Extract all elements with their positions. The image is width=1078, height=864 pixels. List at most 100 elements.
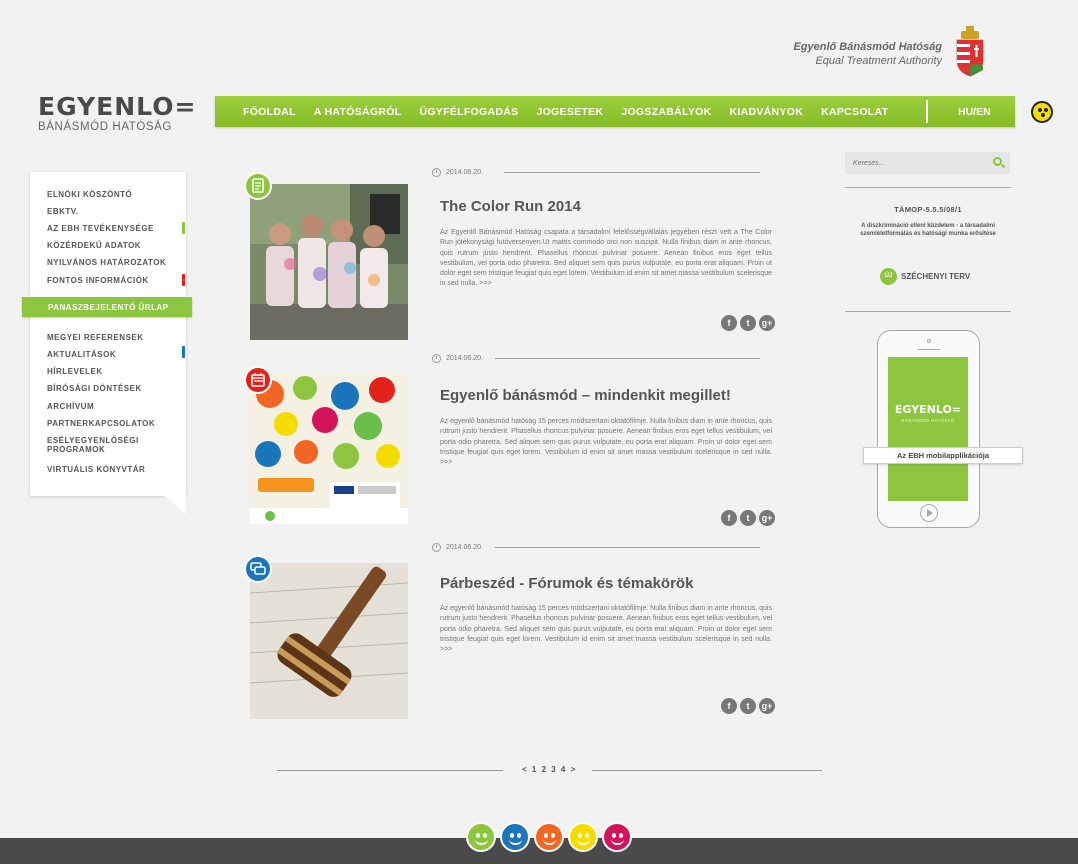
date-rule [495,358,760,359]
sidebar-menu: ELNÖKI KÖSZÖNTŐ EBKTV. AZ EBH TEVÉKENYSÉ… [30,172,186,514]
app-logo-text: EGYENLO= [894,403,962,416]
article-excerpt: Az egyenlő bánásmód hatóság 15 perces mó… [440,605,772,654]
szechenyi-pin-icon: ÚJ [880,268,897,285]
facebook-icon[interactable]: f [721,510,737,526]
nav-item-home[interactable]: FŐOLDAL [243,106,296,118]
article-title[interactable]: The Color Run 2014 [440,198,581,215]
google-plus-icon[interactable]: g+ [759,315,775,331]
social-share: f t g+ [721,315,775,331]
smiley-pink-icon[interactable] [602,822,632,852]
article-date: 2014.06.20. [432,543,483,552]
authority-name: Egyenlő Bánásmód Hatóság Equal Treatment… [793,40,942,68]
article-date: 2014.06.20. [432,354,483,363]
sidebar-item-news[interactable]: AKTUALITÁSOK [47,350,177,359]
sidebar-item-equal-opportunity[interactable]: ESÉLYEGYENLŐSÉGI PROGRAMOK [47,436,177,454]
article-date-text: 2014.06.20. [446,169,483,176]
google-plus-icon[interactable]: g+ [759,698,775,714]
app-logo-subtext: BÁNÁSMÓD HATÓSÁG [901,418,955,423]
facebook-icon[interactable]: f [721,315,737,331]
sidebar-mark-green [182,222,185,234]
sidebar-mark-red [182,274,185,286]
nav-item-publications[interactable]: KIADVÁNYOK [729,106,803,118]
phone-speaker-icon [918,349,940,350]
sidebar-item-court-decisions[interactable]: BÍRÓSÁGI DÖNTÉSEK [47,384,177,393]
szechenyi-logo[interactable]: ÚJ SZÉCHENYI TERV [880,268,970,285]
twitter-icon[interactable]: t [740,315,756,331]
play-icon[interactable] [920,504,938,522]
clock-icon [432,543,441,552]
clock-icon [432,354,441,363]
article-date-text: 2014.06.20. [446,355,483,362]
tamop-code: TÁMOP-5.5.5/08/1 [894,205,962,214]
google-plus-icon[interactable]: g+ [759,510,775,526]
sidebar-item-important-info[interactable]: FONTOS INFORMÁCIÓK [47,276,177,285]
authority-name-hu: Egyenlő Bánásmód Hatóság [793,41,942,53]
article-title[interactable]: Párbeszéd - Fórumok és témakörök [440,575,693,592]
logo-main-text: EGYENLO= [38,92,197,121]
social-share: f t g+ [721,698,775,714]
article-title[interactable]: Egyenlő bánásmód – mindenkit megillet! [440,387,731,404]
clock-icon [432,168,441,177]
sidebar-item-ebktv[interactable]: EBKTV. [47,207,177,216]
twitter-icon[interactable]: t [740,510,756,526]
sidebar-item-newsletters[interactable]: HÍRLEVELEK [47,367,177,376]
tamop-description: A diszkrimináció elleni küzdelem - a tár… [860,223,996,237]
calendar-icon [244,366,272,394]
sidebar-item-public-data[interactable]: KÖZÉRDEKŰ ADATOK [47,241,177,250]
nav-item-legislation[interactable]: JOGSZABÁLYOK [621,106,711,118]
sidebar-item-virtual-library[interactable]: VIRTUÁLIS KÖNYVTÁR [47,465,177,474]
facebook-icon[interactable]: f [721,698,737,714]
nav-item-about[interactable]: A HATÓSÁGRÓL [314,106,402,118]
sidebar-mark-blue [182,346,185,358]
date-rule [504,172,760,173]
document-icon [244,172,272,200]
article-card: 2014.06.20. Párbeszéd - Fórumok és témak… [244,543,775,723]
pager-links[interactable]: < 1 2 3 4 > [522,765,577,774]
nav-item-contact[interactable]: KAPCSOLAT [821,106,888,118]
pager-rule-right [592,770,822,771]
sidebar-item-activity[interactable]: AZ EBH TEVÉKENYSÉGE [47,224,177,233]
divider [845,187,1011,188]
article-card: 2014.06.20. Egyenlő bánásmód – mindenkit… [244,354,775,534]
phone-camera-icon [927,339,931,343]
search-icon[interactable] [993,157,1002,166]
search-box [845,152,1010,174]
smiley-yellow-icon[interactable] [568,822,598,852]
social-share: f t g+ [721,510,775,526]
chat-icon [244,555,272,583]
divider [845,311,1011,312]
twitter-icon[interactable]: t [740,698,756,714]
article-date-text: 2014.06.20. [446,544,483,551]
mobile-app-promo[interactable]: EGYENLO= BÁNÁSMÓD HATÓSÁG [877,330,980,528]
coat-of-arms-icon [956,26,984,77]
sidebar-item-public-decisions[interactable]: NYILVÁNOS HATÁROZATOK [47,258,177,267]
language-switch[interactable]: HU/EN [958,106,991,118]
smiley-green-icon[interactable] [466,822,496,852]
article-date: 2014.06.20. [432,168,483,177]
phone-screen: EGYENLO= BÁNÁSMÓD HATÓSÁG [888,357,968,501]
szechenyi-label: SZÉCHENYI TERV [901,272,971,281]
pager-rule-left [277,770,503,771]
sidebar-item-president-greeting[interactable]: ELNÖKI KÖSZÖNTŐ [47,190,177,199]
smiley-blue-icon[interactable] [500,822,530,852]
search-input[interactable] [845,152,985,174]
sidebar-item-partners[interactable]: PARTNERKAPCSOLATOK [47,419,177,428]
article-card: 2014.06.20. The Color Run 2014 Az Egyenl… [244,168,775,348]
mobile-app-label[interactable]: Az EBH mobilapplikációja [863,447,1023,464]
complaint-form-button[interactable]: PANASZBEJELENTŐ ŰRLAP [22,297,192,317]
date-rule [495,547,760,548]
article-excerpt: Az egyenlő bánásmód hatóság 15 perces mó… [440,418,772,467]
site-logo[interactable]: EGYENLO= BÁNÁSMÓD HATÓSÁG [38,94,196,134]
smiley-orange-icon[interactable] [534,822,564,852]
article-thumbnail[interactable] [250,563,408,719]
sidebar-item-county-referents[interactable]: MEGYEI REFERENSEK [47,333,177,342]
sidebar-item-archive[interactable]: ARCHÍVUM [47,402,177,411]
authority-name-en: Equal Treatment Authority [815,55,942,67]
nav-item-cases[interactable]: JOGESETEK [536,106,603,118]
article-thumbnail[interactable] [250,374,408,530]
nav-item-client-reception[interactable]: ÜGYFÉLFOGADÁS [419,106,518,118]
pagination: < 1 2 3 4 > [277,763,822,777]
article-thumbnail[interactable] [250,184,408,340]
accessibility-icon[interactable] [1031,101,1053,123]
main-nav: FŐOLDAL A HATÓSÁGRÓL ÜGYFÉLFOGADÁS JOGES… [215,96,1015,127]
